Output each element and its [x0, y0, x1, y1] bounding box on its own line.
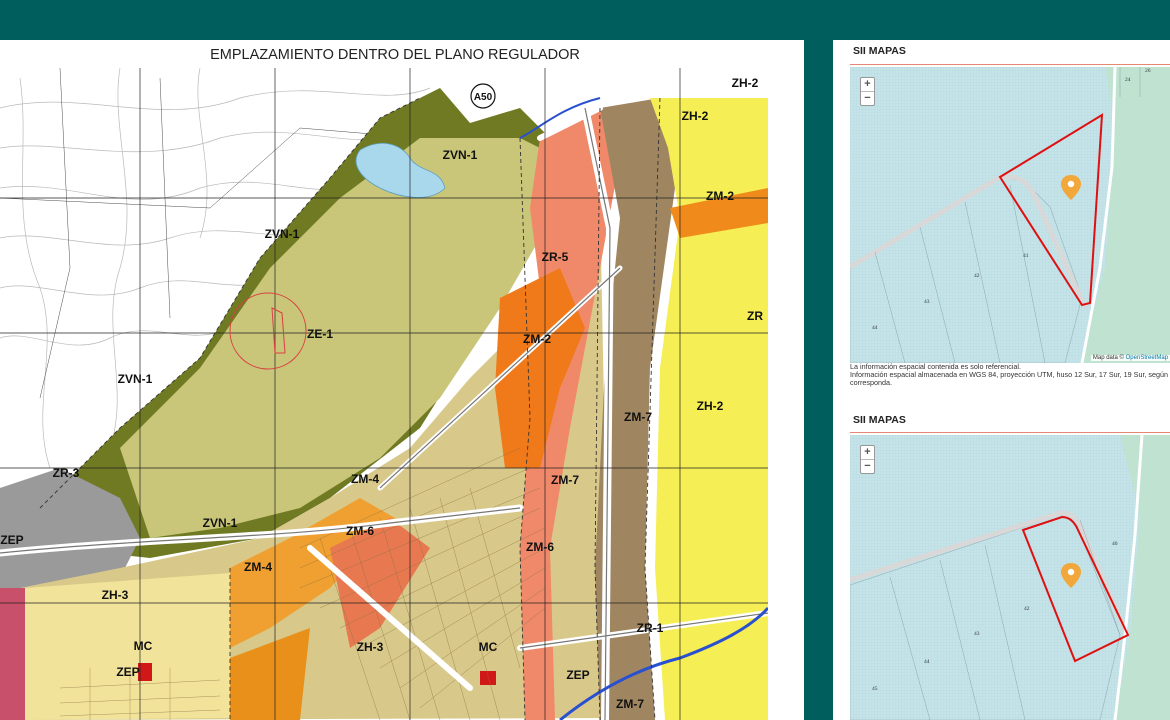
lot-number: 41	[1023, 253, 1029, 259]
divider	[850, 432, 1170, 433]
zoom-out-button[interactable]: −	[861, 460, 874, 473]
zone-label: ZH-2	[697, 399, 724, 413]
zone-label: ZEP	[566, 668, 589, 682]
zone-label: MC	[479, 640, 498, 654]
zone-label: ZVN-1	[443, 148, 478, 162]
zone-label: ZH-2	[682, 109, 709, 123]
lot-number: 43	[974, 631, 980, 637]
sii-mapas-panel: SII MAPAS 41 42 43 44 24 26 + − Map data…	[833, 40, 1170, 720]
zone-label: ZVN-1	[265, 227, 300, 241]
note-line: corresponda.	[850, 378, 892, 387]
note-line: Información espacial almacenada en WGS 8…	[850, 370, 1169, 379]
zone-label: ZH-2	[732, 76, 759, 90]
zone-label: ZH-3	[102, 588, 129, 602]
map-attribution: Map data © OpenStreetMap	[1090, 355, 1170, 361]
divider	[850, 64, 1170, 65]
zone-label: ZM-2	[706, 189, 734, 203]
zone-label: ZM-7	[616, 697, 644, 711]
sii-map-2[interactable]: 40 42 43 44 45 + −	[850, 435, 1170, 720]
lot-number: 40	[1112, 541, 1118, 547]
zone-label: ZE-1	[307, 327, 333, 341]
zone-label: ZVN-1	[203, 516, 238, 530]
road-label: A50	[474, 92, 493, 103]
lot-number: 42	[974, 273, 980, 279]
map-notes: La información espacial contenida es sol…	[850, 363, 1170, 387]
attribution-text: Map data ©	[1092, 355, 1126, 361]
zoom-control: + −	[860, 445, 875, 474]
zone-label: ZVN-1	[118, 372, 153, 386]
lot-number: 24	[1125, 77, 1131, 83]
openstreetmap-link[interactable]: OpenStreetMap	[1126, 355, 1168, 361]
plan-title: EMPLAZAMIENTO DENTRO DEL PLANO REGULADOR	[210, 47, 580, 63]
lot-number: 44	[924, 659, 930, 665]
zone-label: MC	[134, 639, 153, 653]
sii-map-1[interactable]: 41 42 43 44 24 26 + − Map data © OpenStr…	[850, 67, 1170, 363]
lot-number: 44	[872, 325, 878, 331]
zone-label: ZM-6	[526, 540, 554, 554]
sii-header-1: SII MAPAS	[853, 45, 906, 57]
zone-label: ZEP	[0, 533, 23, 547]
zone-label: ZM-7	[624, 410, 652, 424]
plan-regulador-panel: EMPLAZAMIENTO DENTRO DEL PLANO REGULADOR	[0, 40, 804, 720]
zone-label: ZM-2	[523, 332, 551, 346]
lot-number: 26	[1145, 68, 1151, 74]
lot-number: 43	[924, 299, 930, 305]
zone-label: ZEP	[116, 665, 139, 679]
sii-header-2: SII MAPAS	[853, 414, 906, 426]
zone-label: ZR	[747, 309, 763, 323]
zoom-in-button[interactable]: +	[861, 78, 874, 92]
lot-number: 45	[872, 686, 878, 692]
road-badge-a50: A50	[470, 83, 496, 109]
zone-label: ZM-6	[346, 524, 374, 538]
lot-number: 42	[1024, 606, 1030, 612]
zone-label: ZR-1	[637, 621, 664, 635]
zone-label: ZR-5	[542, 250, 569, 264]
zone-label: ZR-3	[53, 466, 80, 480]
zone-label: ZM-7	[551, 473, 579, 487]
zone-label: ZM-4	[244, 560, 272, 574]
zoom-control: + −	[860, 77, 875, 106]
zone-label: ZH-3	[357, 640, 384, 654]
zoom-in-button[interactable]: +	[861, 446, 874, 460]
zone-label: ZM-4	[351, 472, 379, 486]
plan-map[interactable]: A50 ZH-2 ZH-2 ZM-2 ZR-5 ZM-2 ZVN-1 ZVN-1 ZE-1 ZV…	[0, 68, 804, 720]
zoom-out-button[interactable]: −	[861, 92, 874, 105]
